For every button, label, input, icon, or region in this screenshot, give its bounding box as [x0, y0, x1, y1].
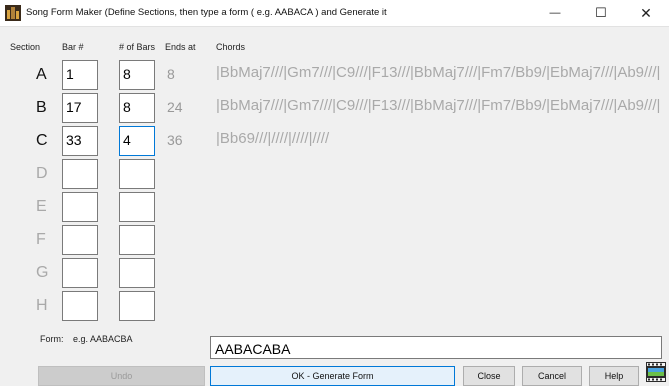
num-bars-field-e[interactable]: [119, 192, 155, 222]
window-title: Song Form Maker (Define Sections, then t…: [26, 7, 387, 18]
header-bar: Bar #: [62, 42, 84, 52]
chords-c: |Bb69///|////|////|////: [216, 130, 330, 147]
section-letter-f: F: [36, 231, 46, 248]
num-bars-field-b[interactable]: 8: [119, 93, 155, 123]
ends-at-a: 8: [167, 66, 175, 82]
form-label: Form:: [40, 334, 64, 344]
section-letter-g: G: [36, 264, 49, 281]
num-bars-field-g[interactable]: [119, 258, 155, 288]
section-letter-c: C: [36, 132, 48, 149]
chords-a: |BbMaj7///|Gm7///|C9///|F13///|BbMaj7///…: [216, 64, 661, 81]
section-letter-e: E: [36, 198, 47, 215]
bar-field-c[interactable]: 33: [62, 126, 98, 156]
num-bars-field-a[interactable]: 8: [119, 60, 155, 90]
maximize-button[interactable]: ☐: [578, 0, 624, 26]
bar-field-b[interactable]: 17: [62, 93, 98, 123]
bar-field-f[interactable]: [62, 225, 98, 255]
num-bars-field-d[interactable]: [119, 159, 155, 189]
num-bars-field-c[interactable]: 4: [119, 126, 155, 156]
close-icon: ✕: [640, 4, 652, 21]
bar-field-a[interactable]: 1: [62, 60, 98, 90]
minimize-button[interactable]: —: [532, 0, 578, 26]
form-hint: e.g. AABACBA: [73, 334, 133, 344]
ends-at-c: 36: [167, 132, 183, 148]
title-bar: Song Form Maker (Define Sections, then t…: [0, 0, 669, 27]
num-bars-field-h[interactable]: [119, 291, 155, 321]
header-chords: Chords: [216, 42, 246, 52]
generate-form-button[interactable]: OK - Generate Form: [210, 366, 455, 386]
section-letter-h: H: [36, 297, 48, 314]
close-button[interactable]: Close: [463, 366, 515, 386]
maximize-icon: ☐: [595, 5, 607, 20]
bar-field-d[interactable]: [62, 159, 98, 189]
bar-field-e[interactable]: [62, 192, 98, 222]
app-icon: [5, 5, 21, 21]
form-input[interactable]: AABACABA: [210, 336, 662, 359]
section-letter-b: B: [36, 99, 47, 116]
header-section: Section: [10, 42, 41, 52]
bar-field-g[interactable]: [62, 258, 98, 288]
section-letter-d: D: [36, 165, 48, 182]
chords-b: |BbMaj7///|Gm7///|C9///|F13///|BbMaj7///…: [216, 97, 661, 114]
num-bars-field-f[interactable]: [119, 225, 155, 255]
minimize-icon: —: [549, 7, 561, 19]
section-letter-a: A: [36, 66, 47, 83]
header-ends-at: Ends at: [165, 42, 196, 52]
help-button[interactable]: Help: [589, 366, 639, 386]
bar-field-h[interactable]: [62, 291, 98, 321]
video-help-icon[interactable]: [646, 362, 666, 382]
header-num-bars: # of Bars: [119, 42, 156, 52]
undo-button[interactable]: Undo: [38, 366, 205, 386]
cancel-button[interactable]: Cancel: [522, 366, 582, 386]
ends-at-b: 24: [167, 99, 183, 115]
close-window-button[interactable]: ✕: [623, 0, 669, 26]
